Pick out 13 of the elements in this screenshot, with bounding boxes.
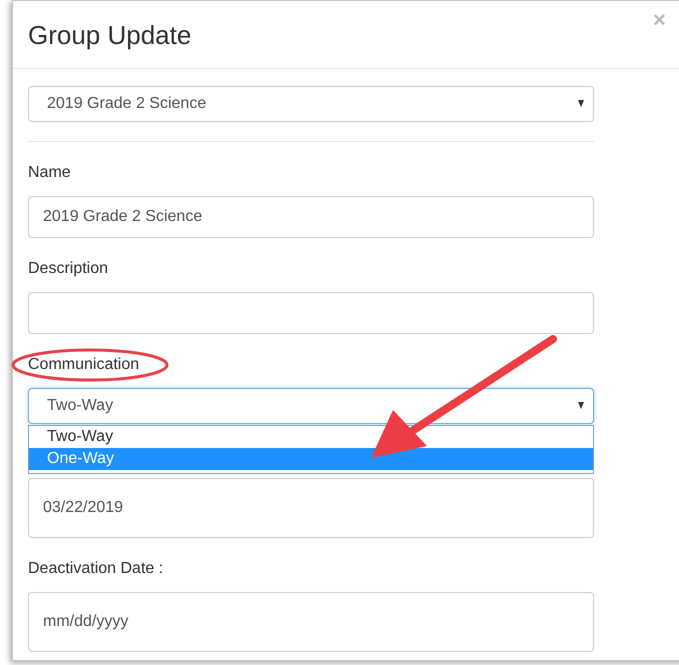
dialog-title: Group Update <box>28 22 192 48</box>
caret-icon <box>578 100 584 107</box>
field-label: Name <box>28 163 71 183</box>
caret-icon <box>578 402 584 409</box>
date-field[interactable]: 03/22/2019 <box>28 478 594 538</box>
group-select[interactable]: 2019 Grade 2 Science <box>28 86 594 122</box>
date-field[interactable]: mm/dd/yyyy <box>28 592 594 652</box>
communication-select[interactable]: Two-Way <box>28 388 594 424</box>
field-label: Deactivation Date : <box>28 559 164 579</box>
field-label: Communication <box>28 355 140 375</box>
input-field[interactable] <box>28 292 594 334</box>
input-field[interactable]: 2019 Grade 2 Science <box>28 196 594 238</box>
field-label: Description <box>28 259 108 279</box>
